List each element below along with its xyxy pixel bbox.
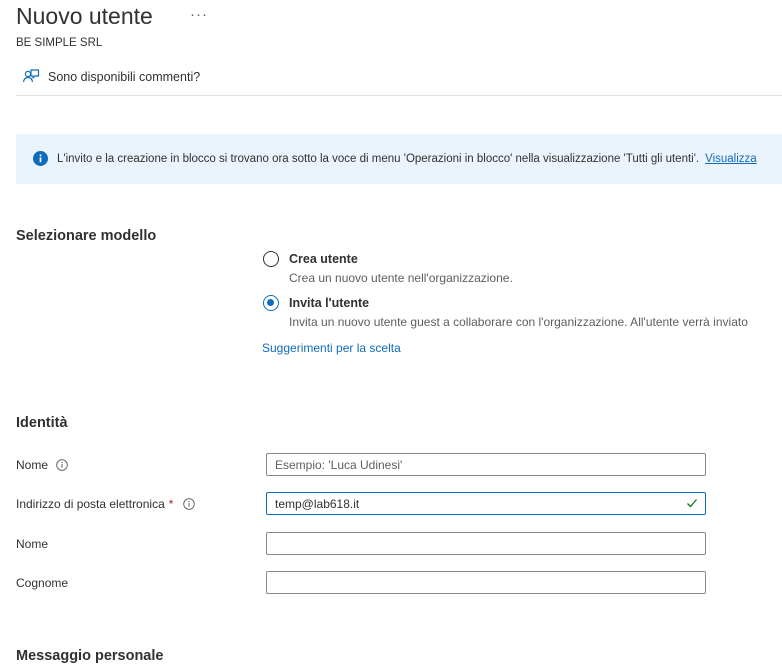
section-title-template: Selezionare modello	[16, 228, 157, 244]
field-label-first-name: Nome	[16, 537, 48, 551]
field-label-display-name: Nome	[16, 458, 68, 472]
banner-text: L'invito e la creazione in blocco si tro…	[57, 153, 700, 165]
feedback-label: Sono disponibili commenti?	[48, 70, 201, 84]
selection-tips-link[interactable]: Suggerimenti per la scelta	[262, 341, 401, 355]
display-name-input[interactable]	[266, 453, 706, 476]
checkmark-icon	[687, 499, 697, 508]
organization-name: BE SIMPLE SRL	[16, 37, 103, 49]
field-label-last-name: Cognome	[16, 576, 68, 590]
radio-create-user[interactable]	[263, 251, 279, 267]
banner-view-link[interactable]: Visualizza	[705, 153, 757, 165]
field-label-text: Cognome	[16, 576, 69, 590]
required-indicator: *	[168, 497, 174, 511]
info-outline-icon[interactable]	[183, 498, 196, 510]
more-options-button[interactable]: ···	[190, 6, 208, 23]
radio-invite-user[interactable]	[263, 295, 279, 311]
option-label-create-user[interactable]: Crea utente	[289, 252, 358, 266]
section-title-identity: Identità	[16, 415, 68, 431]
page-title: Nuovo utente	[16, 3, 153, 29]
field-label-email: Indirizzo di posta elettronica *	[16, 497, 196, 511]
section-title-personal-message: Messaggio personale	[16, 648, 164, 664]
option-desc-create-user: Crea un nuovo utente nell'organizzazione…	[289, 271, 513, 285]
info-banner: L'invito e la creazione in blocco si tro…	[16, 134, 782, 184]
field-label-text: Indirizzo di posta elettronica	[16, 497, 165, 511]
option-desc-invite-user: Invita un nuovo utente guest a collabora…	[289, 315, 748, 329]
feedback-button[interactable]: Sono disponibili commenti?	[22, 67, 200, 87]
info-outline-icon[interactable]	[56, 459, 68, 471]
email-input[interactable]	[266, 492, 706, 515]
header-divider	[16, 95, 782, 96]
first-name-input[interactable]	[266, 532, 706, 555]
info-circle-icon	[33, 151, 48, 166]
field-label-text: Nome	[16, 458, 49, 472]
field-label-text: Nome	[16, 537, 49, 551]
feedback-icon	[22, 69, 40, 83]
option-label-invite-user[interactable]: Invita l'utente	[289, 296, 369, 310]
last-name-input[interactable]	[266, 571, 706, 594]
